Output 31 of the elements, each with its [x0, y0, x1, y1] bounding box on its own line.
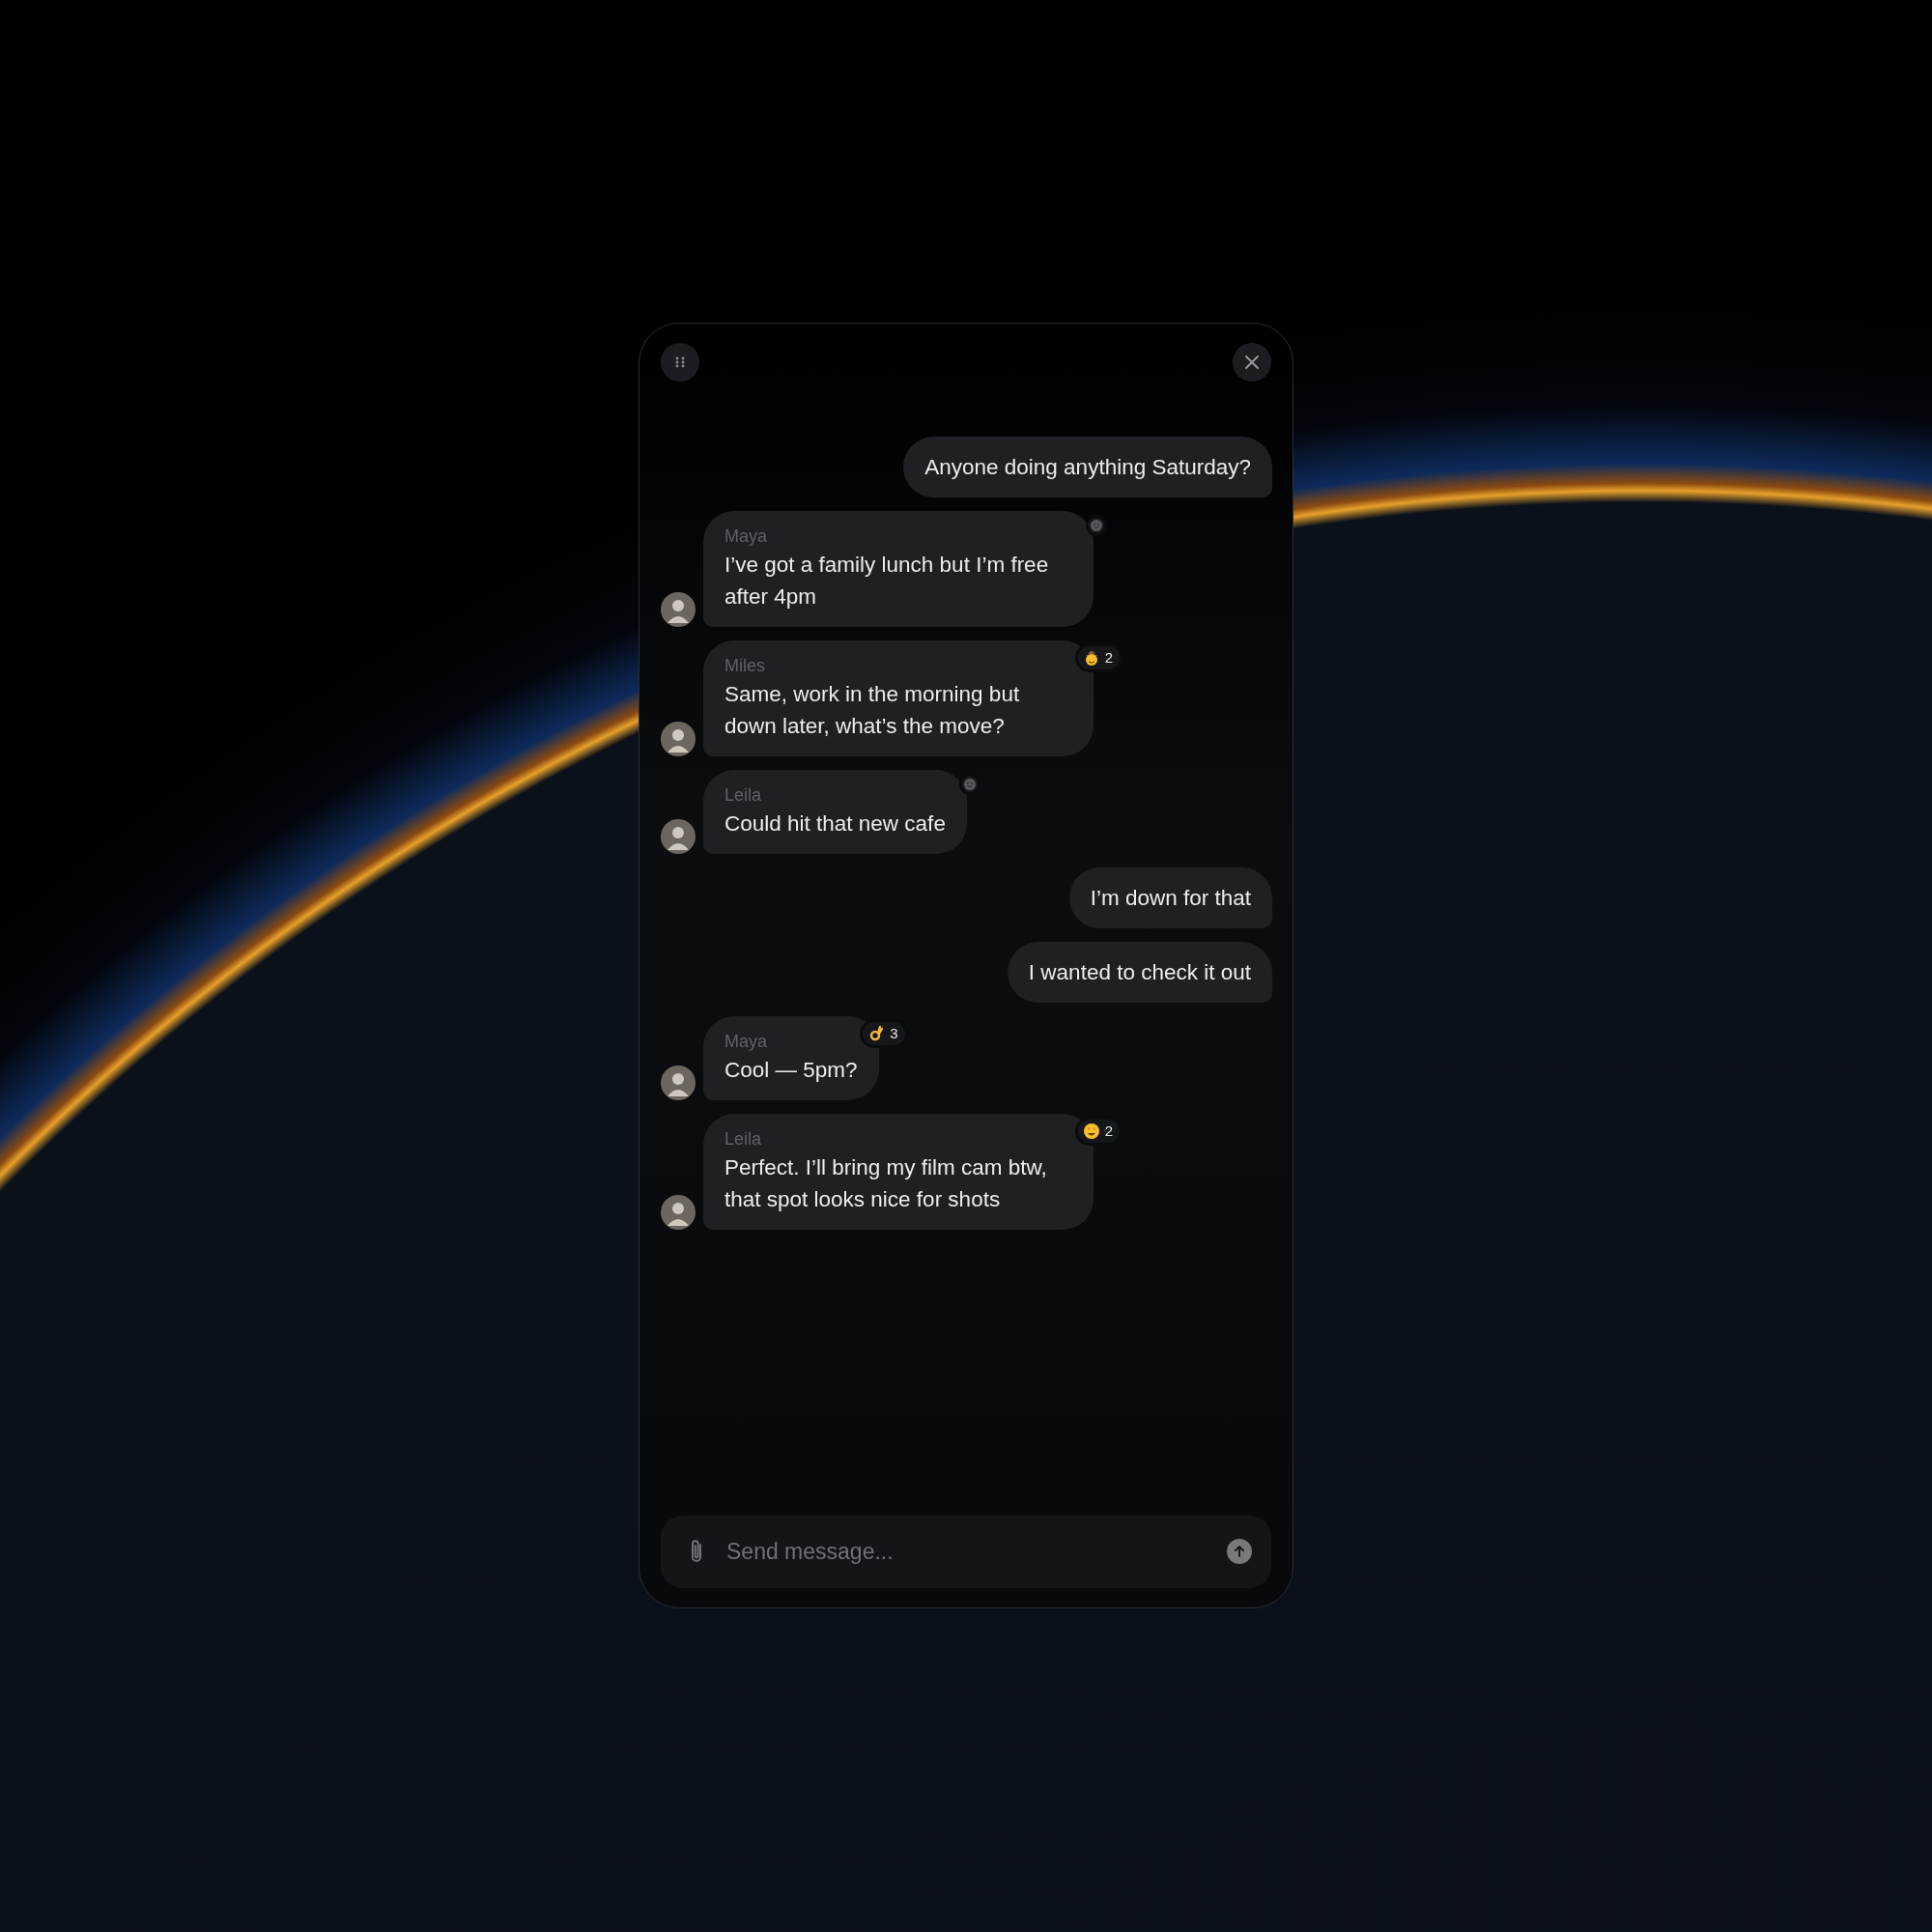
sent-message: I wanted to check it out	[1007, 942, 1272, 1003]
message-text: Could hit that new cafe	[724, 810, 946, 838]
arrow-up-icon	[1233, 1545, 1246, 1558]
message-input-field[interactable]: Send message...	[661, 1516, 1271, 1588]
avatar	[661, 722, 696, 756]
sender-name: Leila	[724, 784, 763, 807]
close-button[interactable]	[1233, 343, 1271, 382]
reaction-badge[interactable]: 3	[860, 1019, 908, 1048]
smiley-icon	[962, 778, 977, 791]
smiley-icon	[1090, 519, 1103, 532]
message-text: Cool — 5pm?	[724, 1057, 858, 1084]
reaction-badge[interactable]: 2	[1074, 1117, 1122, 1146]
message-text: Perfect. I’ll bring my film cam btw, that spot looks nice for shots	[724, 1154, 1048, 1213]
sender-name: Leila	[724, 1128, 763, 1151]
avatar	[661, 592, 696, 627]
message-text: I’ve got a family lunch but I’m free after 4pm	[724, 552, 1050, 611]
close-icon	[1243, 354, 1261, 371]
star-eyes-face-icon	[1082, 1122, 1100, 1140]
avatar	[661, 1065, 696, 1100]
sent-message: Anyone doing anything Saturday?	[903, 437, 1272, 497]
add-reaction-button[interactable]	[1086, 515, 1107, 536]
sender-name: Miles	[724, 655, 766, 677]
sender-name: Maya	[724, 1031, 768, 1053]
reaction-badge[interactable]: 2	[1074, 643, 1122, 672]
drag-handle-button[interactable]	[661, 343, 699, 382]
sent-message: I’m down for that	[1068, 867, 1272, 928]
message-text: Same, work in the morning but down later, what’s the move?	[724, 681, 1021, 740]
avatar	[661, 819, 696, 854]
grip-dots-icon	[673, 355, 687, 369]
avatar	[661, 1195, 696, 1230]
sender-name: Maya	[724, 526, 768, 548]
